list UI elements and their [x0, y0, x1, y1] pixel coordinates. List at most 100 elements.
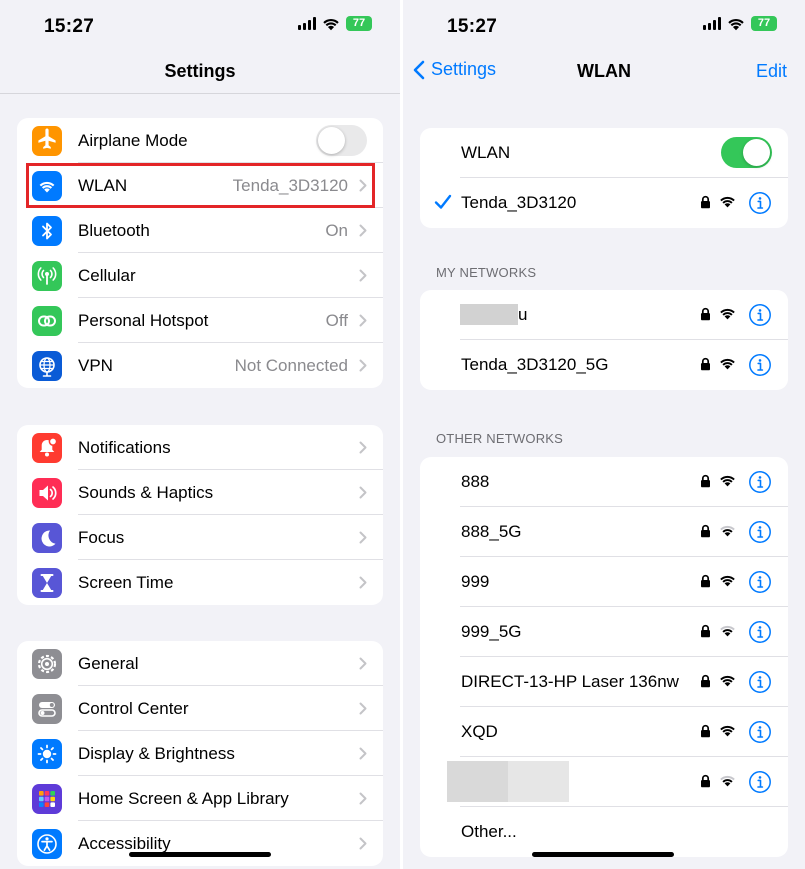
settings-row-display-and-brightness[interactable]: Display & Brightness	[17, 731, 383, 776]
lock-icon	[701, 674, 710, 688]
chevron-right-icon	[359, 441, 367, 454]
settings-row-label: Bluetooth	[78, 220, 150, 240]
settings-row-label: Focus	[78, 527, 125, 547]
switches-icon	[32, 694, 62, 724]
chevron-right-icon	[359, 657, 367, 670]
nav-divider	[0, 93, 400, 94]
info-icon[interactable]	[748, 303, 772, 327]
network-row[interactable]: 888_5G	[420, 507, 788, 557]
battery-icon: 77	[751, 16, 777, 31]
info-icon[interactable]	[748, 353, 772, 377]
chevron-right-icon	[359, 792, 367, 805]
cellular-signal-icon	[298, 17, 316, 30]
lock-icon	[701, 357, 710, 371]
settings-row-label: Display & Brightness	[78, 743, 235, 763]
airplane-mode-toggle[interactable]	[316, 125, 367, 156]
network-row[interactable]: 999	[420, 557, 788, 607]
settings-row-vpn[interactable]: VPN Not Connected	[17, 343, 383, 388]
cellular-signal-icon	[703, 17, 721, 30]
wlan-toggle[interactable]	[721, 137, 772, 168]
settings-row-airplane-mode[interactable]: Airplane Mode	[17, 118, 383, 163]
settings-screen: 15:27 77 Settings Airplane Mode WLAN Tenda…	[0, 0, 400, 869]
globe-icon	[32, 351, 62, 381]
redacted-block	[447, 761, 508, 802]
info-icon[interactable]	[748, 570, 772, 594]
settings-row-sounds-and-haptics[interactable]: Sounds & Haptics	[17, 470, 383, 515]
wlan-group: WLAN Tenda_3D3120	[420, 128, 788, 228]
network-row[interactable]: 999_5G	[420, 607, 788, 657]
lock-icon	[701, 724, 710, 738]
network-name: DIRECT-13-HP Laser 136nw	[461, 672, 679, 691]
redacted-block	[460, 304, 518, 325]
chevron-right-icon	[359, 224, 367, 237]
link-icon	[32, 306, 62, 336]
info-icon[interactable]	[748, 720, 772, 744]
settings-row-personal-hotspot[interactable]: Personal Hotspot Off	[17, 298, 383, 343]
info-icon[interactable]	[748, 770, 772, 794]
battery-icon: 77	[346, 16, 372, 31]
page-title: WLAN	[577, 61, 631, 81]
chevron-right-icon	[359, 314, 367, 327]
network-row[interactable]	[420, 757, 788, 807]
wifi-signal-icon	[720, 625, 735, 637]
settings-row-value: Not Connected	[234, 355, 348, 375]
toggle-knob	[743, 139, 770, 166]
bell-icon	[32, 433, 62, 463]
info-icon[interactable]	[748, 191, 772, 215]
wifi-status-icon	[323, 18, 339, 30]
connected-network-row[interactable]: Tenda_3D3120	[420, 178, 788, 228]
speaker-icon	[32, 478, 62, 508]
settings-row-accessibility[interactable]: Accessibility	[17, 821, 383, 866]
other-networks-group: 888 888_5G 999 999_5G DIRECT-13-HP Laser 136…	[420, 457, 788, 857]
settings-row-bluetooth[interactable]: Bluetooth On	[17, 208, 383, 253]
network-name: u	[518, 305, 528, 324]
settings-row-focus[interactable]: Focus	[17, 515, 383, 560]
settings-group: Airplane Mode WLAN Tenda_3D3120 Bluetooth On…	[17, 118, 383, 388]
edit-button[interactable]: Edit	[756, 61, 787, 82]
lock-icon	[701, 195, 710, 209]
wifi-signal-icon	[720, 575, 735, 587]
network-row[interactable]: Tenda_3D3120_5G	[420, 340, 788, 390]
home-indicator	[532, 852, 674, 857]
my-networks-group: u Tenda_3D3120_5G	[420, 290, 788, 390]
settings-group: General Control Center Display & Brightnes…	[17, 641, 383, 866]
settings-row-label: Cellular	[78, 265, 136, 285]
grid-icon	[32, 784, 62, 814]
network-row[interactable]: XQD	[420, 707, 788, 757]
checkmark-icon	[434, 194, 452, 209]
chevron-right-icon	[359, 576, 367, 589]
settings-row-notifications[interactable]: Notifications	[17, 425, 383, 470]
info-icon[interactable]	[748, 520, 772, 544]
wifi-signal-icon	[720, 525, 735, 537]
other-network-row[interactable]: Other...	[420, 807, 788, 857]
settings-row-label: Airplane Mode	[78, 130, 188, 150]
settings-row-value: On	[325, 220, 348, 240]
settings-row-control-center[interactable]: Control Center	[17, 686, 383, 731]
wifi-signal-icon	[720, 358, 735, 370]
wifi-signal-icon	[720, 775, 735, 787]
network-name: 999	[461, 572, 490, 591]
page-title: Settings	[164, 61, 236, 81]
network-row[interactable]: DIRECT-13-HP Laser 136nw	[420, 657, 788, 707]
info-icon[interactable]	[748, 470, 772, 494]
settings-row-label: Accessibility	[78, 833, 171, 853]
network-row[interactable]: u	[420, 290, 788, 340]
chevron-right-icon	[359, 359, 367, 372]
home-indicator	[129, 852, 271, 857]
wlan-highlight-box	[26, 163, 375, 208]
settings-row-general[interactable]: General	[17, 641, 383, 686]
network-row[interactable]: 888	[420, 457, 788, 507]
settings-row-cellular[interactable]: Cellular	[17, 253, 383, 298]
gear-icon	[32, 649, 62, 679]
settings-row-label: General	[78, 653, 139, 673]
chevron-right-icon	[359, 269, 367, 282]
chevron-right-icon	[359, 486, 367, 499]
settings-row-home-screen-and-app-library[interactable]: Home Screen & App Library	[17, 776, 383, 821]
network-name: 888	[461, 472, 490, 491]
info-icon[interactable]	[748, 670, 772, 694]
info-icon[interactable]	[748, 620, 772, 644]
lock-icon	[701, 474, 710, 488]
wlan-screen: 15:27 77 Settings WLAN Edit WLAN Tenda_3…	[403, 0, 805, 869]
settings-row-screen-time[interactable]: Screen Time	[17, 560, 383, 605]
settings-row-value: Off	[325, 310, 348, 330]
